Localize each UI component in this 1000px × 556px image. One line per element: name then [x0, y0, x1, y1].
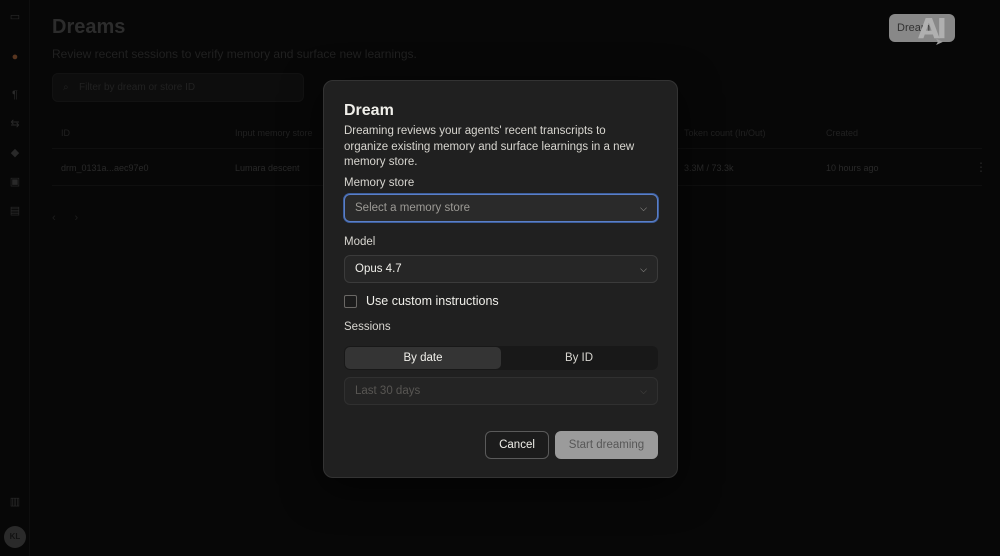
model-label: Model [344, 236, 376, 248]
date-range-select[interactable]: Last 30 days ⌵ [344, 377, 658, 405]
tab-by-id[interactable]: By ID [501, 347, 657, 369]
cancel-button[interactable]: Cancel [485, 431, 549, 459]
model-value: Opus 4.7 [355, 263, 402, 275]
chevron-down-icon: ⌵ [640, 203, 647, 213]
custom-instructions-label[interactable]: Use custom instructions [366, 294, 499, 308]
sessions-label: Sessions [344, 321, 391, 333]
dialog-description: Dreaming reviews your agents' recent tra… [344, 125, 635, 168]
memory-store-select[interactable]: Select a memory store ⌵ [344, 194, 658, 222]
chevron-down-icon: ⌵ [640, 264, 647, 274]
memory-store-placeholder: Select a memory store [355, 202, 471, 214]
dream-dialog: Dream Dreaming reviews your agents' rece… [323, 80, 678, 478]
tab-by-date[interactable]: By date [345, 347, 501, 369]
date-range-value: Last 30 days [355, 385, 421, 397]
sessions-segmented-control: By date By ID [344, 346, 658, 370]
dialog-title: Dream [344, 102, 394, 119]
model-select[interactable]: Opus 4.7 ⌵ [344, 255, 658, 283]
memory-store-label: Memory store [344, 177, 415, 189]
chevron-down-icon: ⌵ [640, 386, 647, 396]
custom-instructions-checkbox[interactable] [344, 295, 357, 308]
start-dreaming-button[interactable]: Start dreaming [555, 431, 658, 459]
